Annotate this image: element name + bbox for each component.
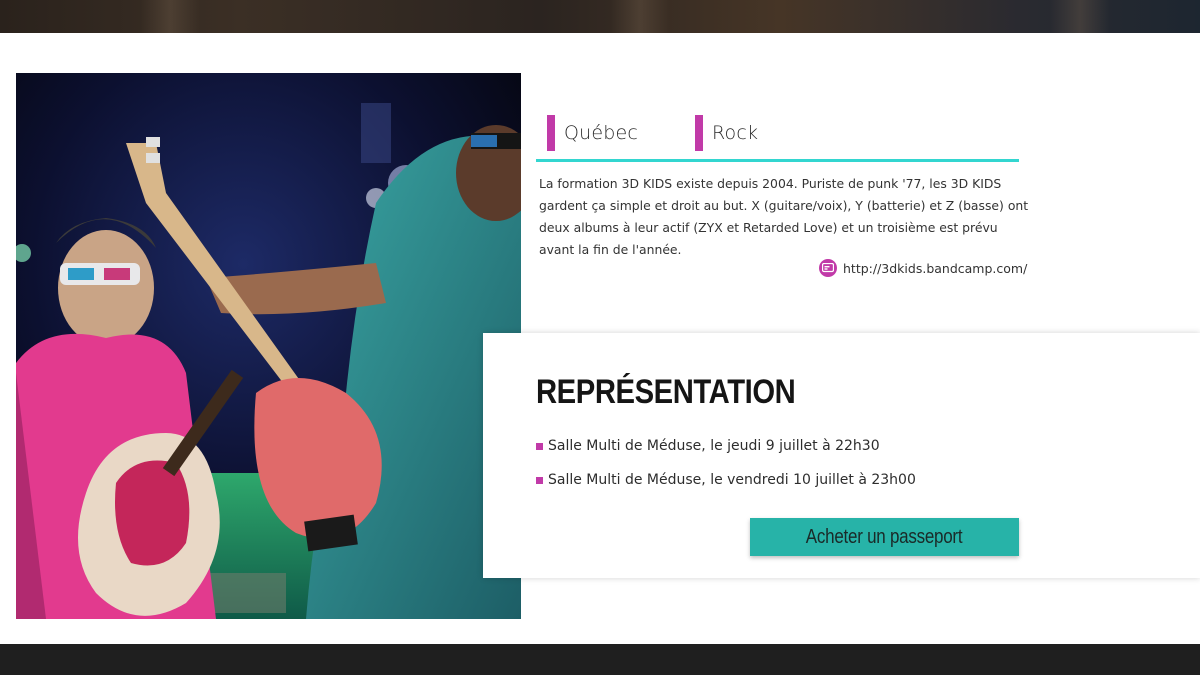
show-text: Salle Multi de Méduse, le vendredi 10 ju… xyxy=(548,472,916,488)
show-item: Salle Multi de Méduse, le jeudi 9 juille… xyxy=(536,429,916,463)
footer-bar xyxy=(0,644,1200,675)
band-description: La formation 3D KIDS existe depuis 2004.… xyxy=(539,176,1029,257)
website-url: http://3dkids.bandcamp.com/ xyxy=(843,260,1028,276)
tag-marker xyxy=(547,115,555,151)
header-banner-image xyxy=(0,0,1200,33)
show-list: Salle Multi de Méduse, le jeudi 9 juille… xyxy=(536,429,916,497)
divider xyxy=(536,159,1019,162)
bullet-icon xyxy=(536,442,543,450)
bullet-icon xyxy=(536,476,543,484)
tag-region[interactable]: Québec xyxy=(547,115,638,151)
tag-label: Rock xyxy=(712,122,759,144)
tag-marker xyxy=(695,115,703,151)
tag-genre[interactable]: Rock xyxy=(695,115,758,151)
buy-pass-label: Acheter un passeport xyxy=(806,525,963,548)
representation-title: REPRÉSENTATION xyxy=(536,373,796,411)
website-link[interactable]: http://3dkids.bandcamp.com/ xyxy=(819,258,1027,278)
tag-label: Québec xyxy=(564,122,639,144)
globe-icon xyxy=(819,259,837,277)
show-item: Salle Multi de Méduse, le vendredi 10 ju… xyxy=(536,463,916,497)
representation-card: REPRÉSENTATION Salle Multi de Méduse, le… xyxy=(483,333,1200,578)
show-text: Salle Multi de Méduse, le jeudi 9 juille… xyxy=(548,438,880,454)
band-photo xyxy=(16,73,521,619)
buy-pass-button[interactable]: Acheter un passeport xyxy=(750,518,1019,556)
